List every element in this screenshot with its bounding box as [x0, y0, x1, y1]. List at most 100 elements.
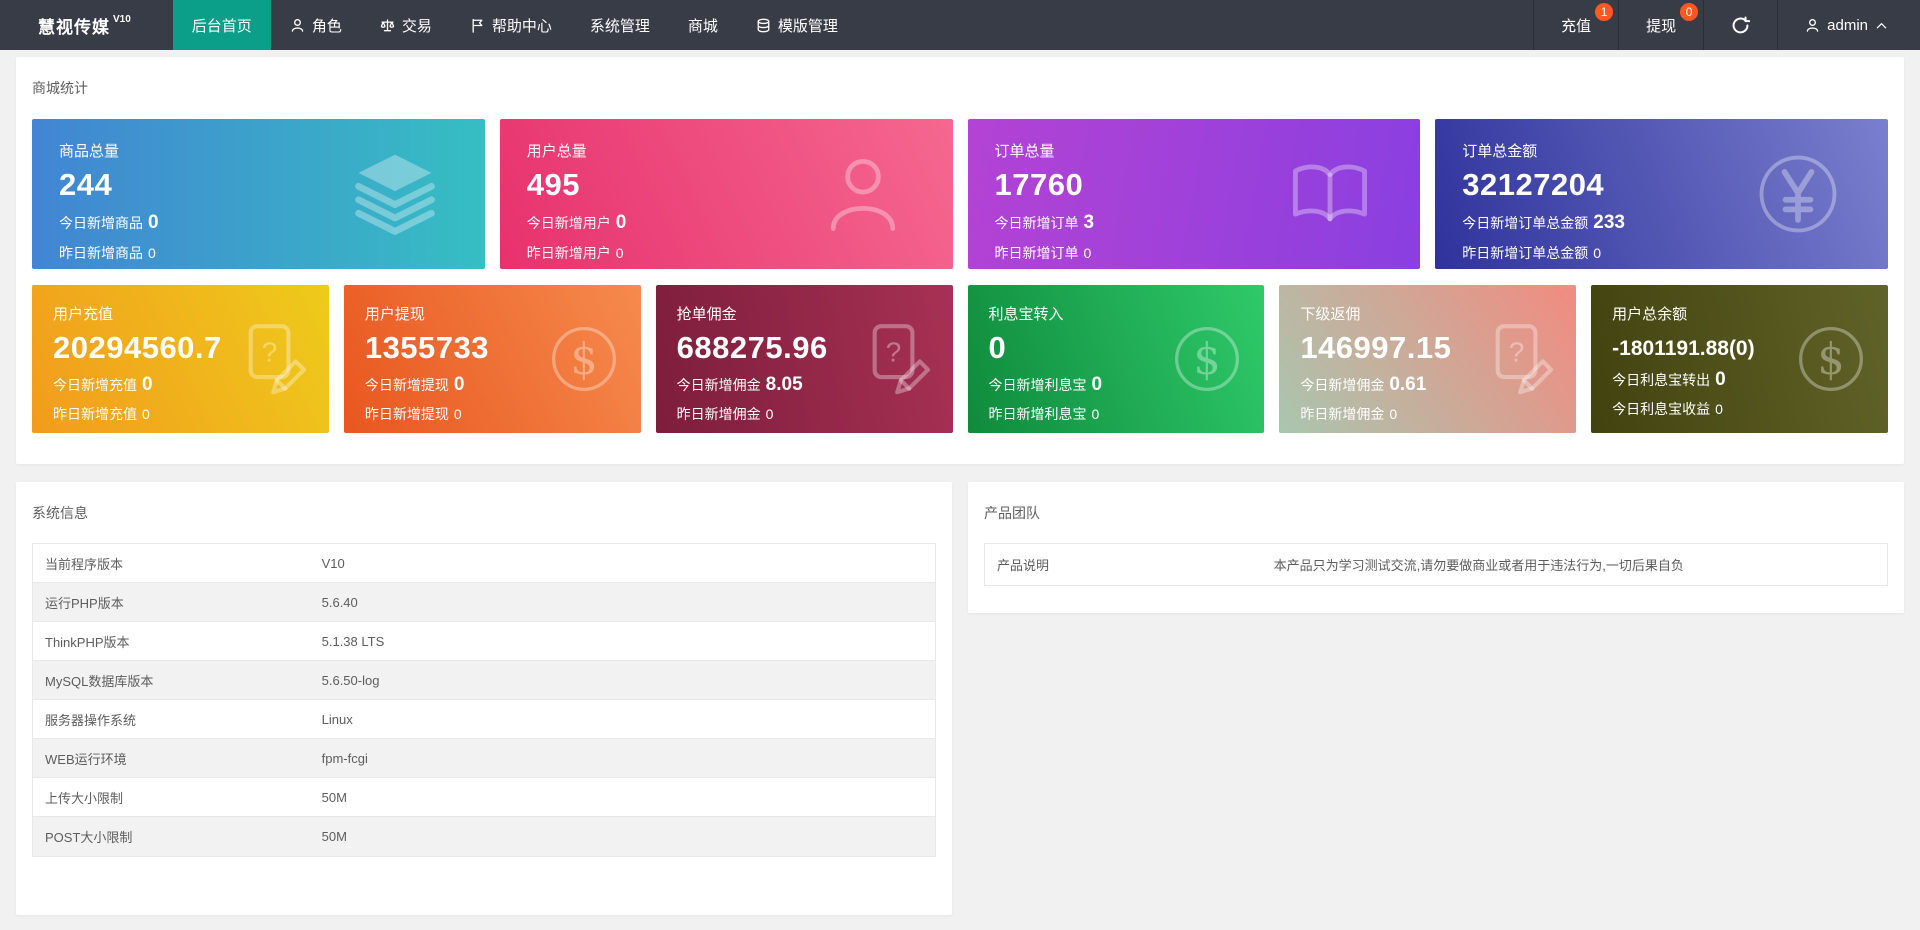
- stat-card-total-products: 商品总量 244 今日新增商品 0 昨日新增商品 0: [32, 119, 485, 269]
- stat-line-value: 0: [148, 244, 156, 261]
- mall-stats-panel: 商城统计 商品总量 244 今日新增商品 0 昨日新增商品 0 用户总量 495 今…: [16, 57, 1904, 464]
- svg-text:?: ?: [1509, 336, 1525, 367]
- withdraw-button[interactable]: 提现 0: [1618, 0, 1703, 50]
- stat-line-label: 昨日新增提现: [364, 405, 449, 422]
- row-label: ThinkPHP版本: [45, 634, 130, 650]
- stat-yesterday-line: 今日利息宝收益 0: [1612, 401, 1888, 418]
- stat-line-value: 0: [1091, 405, 1100, 422]
- table-row: WEB运行环境 fpm-fcgi: [33, 739, 935, 778]
- nav-item-mall[interactable]: 商城: [669, 0, 737, 50]
- stat-line-value: 0: [142, 405, 150, 422]
- stat-yesterday-line: 昨日新增用户 0: [527, 245, 953, 262]
- stat-card-user-total-balance: 用户总余额 -1801191.88(0) 今日利息宝转出 0 今日利息宝收益 0 $: [1591, 285, 1888, 433]
- stat-line-label: 今日新增充值: [53, 377, 137, 394]
- svg-text:$: $: [1817, 335, 1844, 385]
- stat-card-user-recharge: 用户充值 20294560.7 今日新增充值 0 昨日新增充值 0 ?: [32, 285, 329, 433]
- refresh-button[interactable]: [1703, 0, 1777, 50]
- nav-item-dashboard[interactable]: 后台首页: [172, 0, 271, 50]
- user-icon: [291, 18, 304, 32]
- row-value: 本产品只为学习测试交流,请勿要做商业或者用于违法行为,一切后果自负: [1273, 558, 1684, 573]
- stat-yesterday-line: 昨日新增充值 0: [53, 406, 329, 423]
- nav-item-system[interactable]: 系统管理: [571, 0, 669, 50]
- svg-text:$: $: [570, 335, 597, 385]
- stat-line-label: 今日新增订单总金额: [1462, 215, 1589, 232]
- system-info-panel: 系统信息 当前程序版本 V10 运行PHP版本 5.6.40 ThinkPHP版本 5…: [16, 482, 952, 915]
- system-info-table: 当前程序版本 V10 运行PHP版本 5.6.40 ThinkPHP版本 5.1.38…: [32, 543, 936, 857]
- table-row: 当前程序版本 V10: [33, 544, 935, 583]
- panel-title: 商城统计: [32, 80, 88, 96]
- nav-label: 后台首页: [191, 17, 252, 35]
- document-edit-icon: ?: [231, 318, 313, 400]
- stat-yesterday-line: 昨日新增佣金 0: [1300, 406, 1576, 423]
- document-edit-icon: ?: [855, 318, 937, 400]
- row-value: 50M: [321, 829, 347, 844]
- app-version: V10: [113, 13, 131, 25]
- stat-line-value: 0: [1715, 369, 1726, 391]
- user-icon: [815, 146, 911, 242]
- row-value: 5.6.50-log: [321, 672, 380, 688]
- stat-line-label: 今日利息宝收益: [1612, 400, 1711, 417]
- nav-item-trade[interactable]: 交易: [361, 0, 451, 50]
- nav-label: 角色: [311, 17, 342, 35]
- dollar-circle-icon: $: [1166, 318, 1248, 400]
- table-row: 上传大小限制 50M: [33, 778, 935, 817]
- header-actions: 充值 1 提现 0 admin: [1533, 0, 1920, 50]
- product-team-panel: 产品团队 产品说明 本产品只为学习测试交流,请勿要做商业或者用于违法行为,一切后果…: [968, 482, 1904, 613]
- row-label: 产品说明: [997, 558, 1050, 573]
- stat-line-value: 3: [1083, 212, 1095, 234]
- nav-item-templates[interactable]: 模版管理: [737, 0, 857, 50]
- stat-line-value: 0: [148, 212, 159, 234]
- stat-line-label: 今日新增佣金: [676, 377, 761, 394]
- stat-line-label: 昨日新增用户: [526, 244, 611, 261]
- row-value: 50M: [321, 789, 347, 805]
- stat-line-label: 今日新增佣金: [1300, 377, 1385, 394]
- database-icon: [757, 18, 770, 32]
- stat-line-label: 今日新增提现: [364, 377, 449, 394]
- layers-icon: [347, 146, 443, 242]
- stat-card-sub-rebate: 下级返佣 146997.15 今日新增佣金 0.61 昨日新增佣金 0 ?: [1279, 285, 1577, 433]
- table-row: 产品说明 本产品只为学习测试交流,请勿要做商业或者用于违法行为,一切后果自负: [985, 544, 1887, 585]
- app-logo[interactable]: 慧视传媒 V10: [0, 0, 173, 50]
- stat-line-value: 0.61: [1389, 374, 1427, 396]
- row-value: 5.1.38 LTS: [321, 633, 385, 649]
- nav-item-help-center[interactable]: 帮助中心: [451, 0, 571, 50]
- stat-line-value: 0: [453, 374, 465, 396]
- scales-icon: [380, 18, 395, 31]
- stat-line-value: 0: [765, 405, 774, 422]
- table-row: MySQL数据库版本 5.6.50-log: [33, 661, 935, 700]
- table-row: POST大小限制 50M: [33, 817, 935, 856]
- panel-title: 产品团队: [984, 505, 1040, 521]
- stat-line-value: 0: [1593, 244, 1602, 261]
- row-value: fpm-fcgi: [321, 750, 368, 766]
- nav-label: 模版管理: [777, 17, 838, 35]
- stat-yesterday-line: 昨日新增佣金 0: [677, 406, 953, 423]
- nav-label: 商城: [687, 17, 718, 35]
- document-edit-icon: ?: [1478, 318, 1560, 400]
- row-label: 服务器操作系统: [45, 712, 137, 728]
- stat-line-value: 0: [615, 212, 627, 234]
- stat-card-order-total-amount: 订单总金额 32127204 今日新增订单总金额 233 昨日新增订单总金额 0: [1435, 119, 1888, 269]
- stat-line-label: 昨日新增订单: [994, 244, 1079, 261]
- row-label: 上传大小限制: [45, 790, 124, 806]
- product-team-table: 产品说明 本产品只为学习测试交流,请勿要做商业或者用于违法行为,一切后果自负: [984, 543, 1888, 586]
- stat-line-label: 今日新增利息宝: [988, 377, 1087, 394]
- nav-label: 帮助中心: [491, 17, 552, 35]
- svg-text:?: ?: [262, 336, 278, 367]
- yen-circle-icon: [1750, 146, 1846, 242]
- row-label: 当前程序版本: [45, 556, 124, 572]
- recharge-badge: 1: [1595, 3, 1614, 21]
- panel-title: 系统信息: [32, 505, 88, 521]
- recharge-button[interactable]: 充值 1: [1533, 0, 1618, 50]
- stat-line-value: 0: [453, 405, 462, 422]
- stat-line-label: 昨日新增佣金: [676, 405, 761, 422]
- stat-line-value: 0: [615, 244, 624, 261]
- stat-line-value: 233: [1593, 212, 1625, 234]
- user-menu[interactable]: admin: [1777, 0, 1920, 50]
- stat-line-label: 昨日新增充值: [53, 405, 137, 422]
- stat-card-interest-transfer-in: 利息宝转入 0 今日新增利息宝 0 昨日新增利息宝 0 $: [967, 285, 1265, 433]
- stat-line-label: 今日新增订单: [994, 215, 1079, 232]
- user-icon: [1806, 18, 1819, 32]
- top-nav: 慧视传媒 V10 后台首页 角色 交易 帮助中心 系统管理 商城 模版管理 充值…: [0, 0, 1920, 50]
- recharge-label: 充值: [1561, 17, 1592, 35]
- nav-item-roles[interactable]: 角色: [271, 0, 361, 50]
